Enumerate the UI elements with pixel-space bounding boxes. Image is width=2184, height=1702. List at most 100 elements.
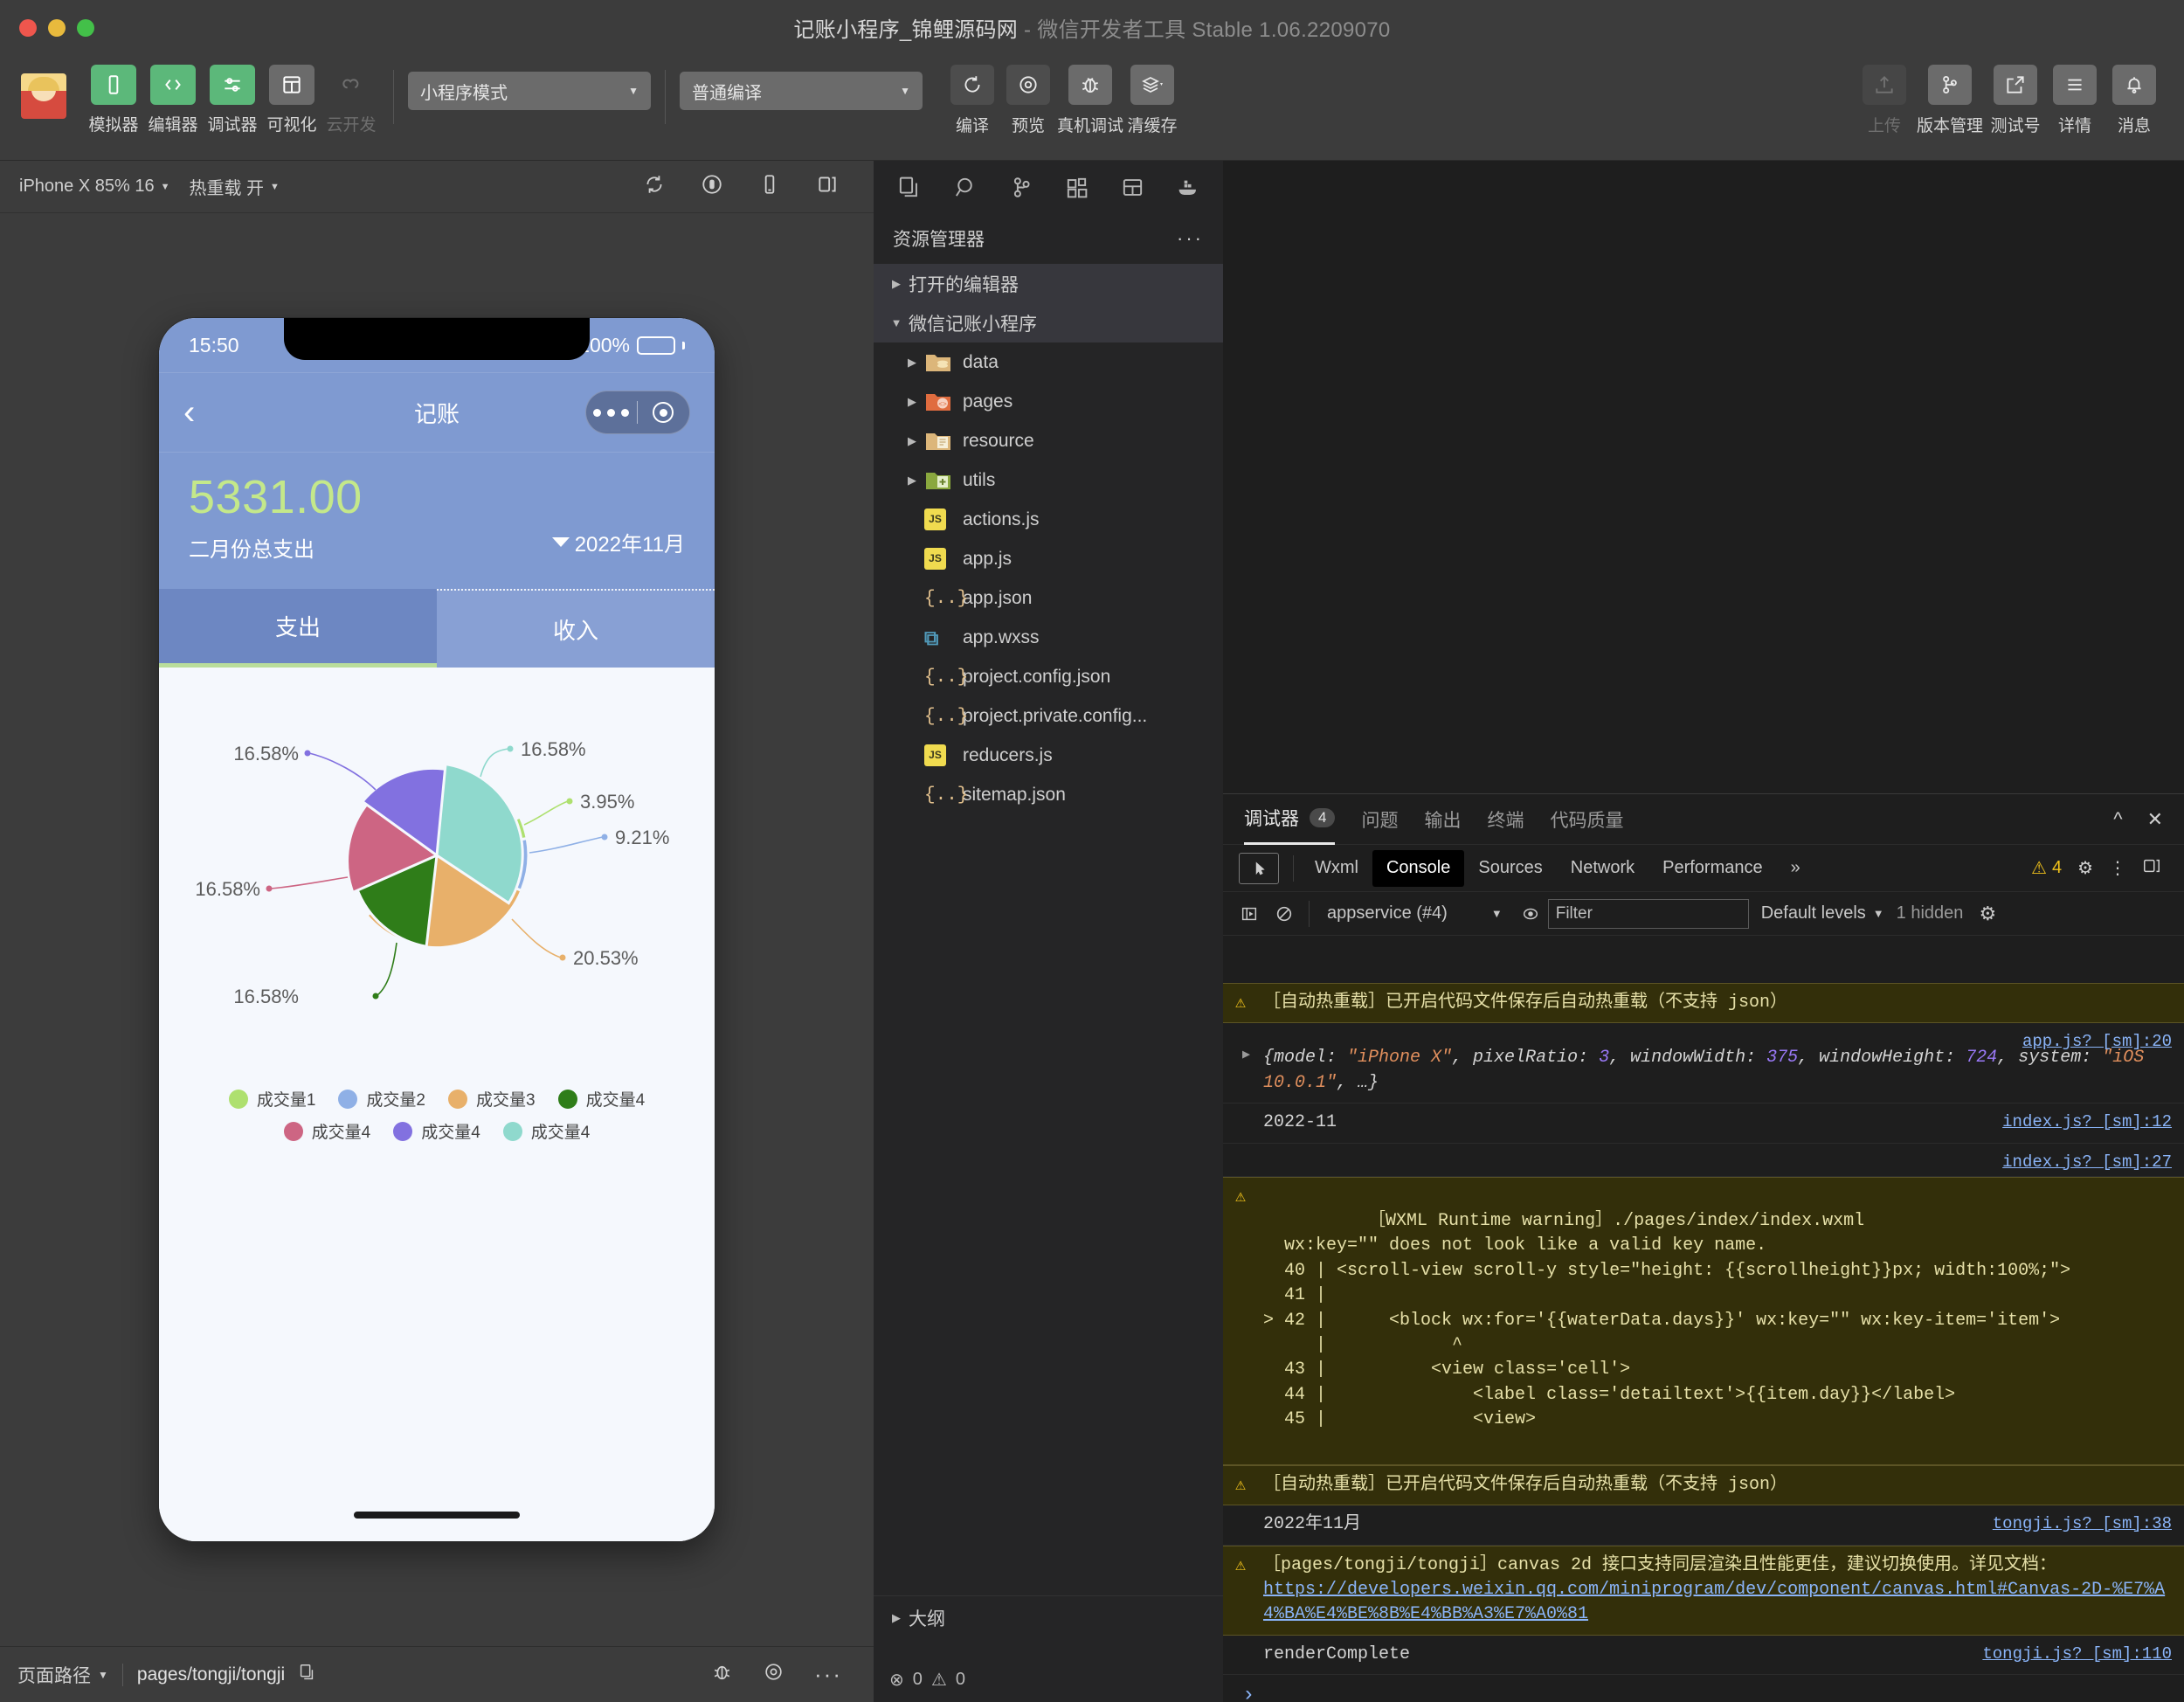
console-doc-link[interactable]: https://developers.weixin.qq.com/minipro…	[1263, 1580, 2165, 1624]
chevron-up-icon[interactable]: ^	[2113, 808, 2122, 831]
tab-code-quality[interactable]: 代码质量	[1550, 794, 1623, 845]
subtab-network[interactable]: Network	[1557, 850, 1648, 887]
tab-expense[interactable]: 支出	[159, 589, 437, 668]
subtab-console[interactable]: Console	[1372, 849, 1465, 887]
subtab-sources[interactable]: Sources	[1464, 850, 1556, 887]
toolbar-button-debugger[interactable]: 调试器	[204, 65, 260, 135]
eye-icon[interactable]	[763, 1661, 784, 1688]
gear-icon[interactable]: ⚙	[2077, 857, 2093, 879]
close-target-icon[interactable]	[638, 402, 690, 423]
filter-input[interactable]: Filter	[1547, 898, 1749, 929]
more-dots-icon[interactable]	[586, 408, 637, 417]
layout-icon[interactable]	[1104, 175, 1160, 200]
toolbar-button-editor[interactable]: 编辑器	[145, 65, 201, 135]
dock-icon[interactable]	[2142, 856, 2161, 881]
toolbar-button-realdevice[interactable]: 真机调试	[1057, 65, 1123, 136]
toolbar-button-simulator[interactable]: 模拟器	[86, 65, 142, 135]
explorer-item-actionsjs[interactable]: JS actions.js	[874, 500, 1223, 539]
extensions-icon[interactable]	[1048, 175, 1104, 200]
toolbar-button-version[interactable]: 版本管理	[1917, 65, 1983, 136]
toolbar-button-upload[interactable]: 上传	[1857, 65, 1911, 136]
tab-debugger[interactable]: 调试器 4	[1244, 794, 1336, 845]
explorer-item-data[interactable]: ▶ data	[874, 342, 1223, 382]
toolbar-button-testaccount[interactable]: 测试号	[1988, 65, 2042, 136]
console-source-link[interactable]: app.js? [sm]:20	[2022, 1030, 2172, 1054]
copy-icon[interactable]	[297, 1663, 316, 1687]
warning-badge[interactable]: ⚠ 4	[2031, 857, 2062, 879]
error-icon[interactable]: ⊗	[889, 1669, 904, 1691]
warning-icon[interactable]: ⚠	[931, 1669, 947, 1691]
subtab-performance[interactable]: Performance	[1648, 850, 1777, 887]
window-controls[interactable]	[19, 19, 94, 37]
toolbar-button-compile[interactable]: 编译	[945, 65, 999, 136]
source-control-icon[interactable]	[992, 175, 1048, 200]
explorer-section-open-editors[interactable]: ▶ 打开的编辑器	[874, 264, 1223, 303]
maximize-button[interactable]	[77, 19, 94, 37]
compile-select[interactable]: 普通编译 ▼	[680, 72, 923, 110]
legend-item[interactable]: 成交量4	[502, 1119, 590, 1143]
legend-item[interactable]: 成交量4	[283, 1119, 370, 1143]
device-icon[interactable]	[758, 173, 781, 201]
clear-icon[interactable]	[1267, 899, 1302, 929]
close-button[interactable]	[19, 19, 37, 37]
legend-item[interactable]: 成交量2	[338, 1087, 425, 1110]
record-icon[interactable]	[701, 173, 723, 201]
explorer-item-projectconfig[interactable]: {..} project.config.json	[874, 657, 1223, 696]
console-source-link[interactable]: index.js? [sm]:12	[2002, 1110, 2172, 1134]
hotreload-select[interactable]: 热重载 开 ▼	[189, 174, 279, 199]
gear-icon[interactable]: ⚙	[1970, 899, 2005, 929]
bug-icon[interactable]	[711, 1661, 733, 1688]
log-levels-select[interactable]: Default levels ▼	[1761, 903, 1884, 924]
toolbar-button-visual[interactable]: 可视化	[264, 65, 320, 135]
explorer-item-resource[interactable]: ▶ resource	[874, 421, 1223, 460]
explorer-item-utils[interactable]: ▶ utils	[874, 460, 1223, 500]
files-icon[interactable]	[881, 175, 936, 200]
more-horizontal-icon[interactable]: ···	[1177, 227, 1204, 250]
explorer-item-sitemapjson[interactable]: {..} sitemap.json	[874, 775, 1223, 814]
inspect-element-icon[interactable]	[1239, 852, 1279, 884]
wechat-capsule[interactable]	[585, 391, 690, 434]
console-prompt[interactable]	[1223, 1675, 2184, 1702]
tab-output[interactable]: 输出	[1424, 794, 1461, 845]
subtab-wxml[interactable]: Wxml	[1301, 850, 1372, 887]
explorer-section-project[interactable]: ▼ 微信记账小程序	[874, 303, 1223, 342]
toolbar-button-message[interactable]: 消息	[2107, 65, 2161, 136]
console-source-link[interactable]: index.js? [sm]:27	[2002, 1151, 2172, 1174]
explorer-item-appjson[interactable]: {..} app.json	[874, 578, 1223, 618]
explorer-outline-section[interactable]: ▶ 大纲	[874, 1595, 1223, 1639]
docker-icon[interactable]	[1160, 175, 1216, 200]
legend-item[interactable]: 成交量4	[557, 1087, 645, 1110]
tab-problems[interactable]: 问题	[1361, 794, 1398, 845]
split-icon[interactable]	[816, 173, 839, 201]
toolbar-button-preview[interactable]: 预览	[1001, 65, 1055, 136]
console-source-link[interactable]: tongji.js? [sm]:110	[1982, 1643, 2172, 1666]
avatar[interactable]	[21, 73, 66, 119]
explorer-item-reducersjs[interactable]: JS reducers.js	[874, 736, 1223, 775]
close-icon[interactable]: ✕	[2147, 808, 2163, 831]
subtab-overflow[interactable]: »	[1777, 850, 1814, 887]
explorer-item-appwxss[interactable]: ⧉ app.wxss	[874, 618, 1223, 657]
minimize-button[interactable]	[48, 19, 66, 37]
explorer-item-projectprivateconfig[interactable]: {..} project.private.config...	[874, 696, 1223, 736]
mode-select[interactable]: 小程序模式 ▼	[408, 72, 651, 110]
expand-arrow-icon[interactable]: ▶	[1242, 1046, 1250, 1064]
more-vertical-icon[interactable]: ⋮	[2109, 857, 2126, 879]
eye-icon[interactable]	[1513, 899, 1548, 929]
month-picker[interactable]: 2022年11月	[551, 527, 685, 557]
legend-item[interactable]: 成交量4	[393, 1119, 480, 1143]
tab-terminal[interactable]: 终端	[1487, 794, 1524, 845]
explorer-item-appjs[interactable]: JS app.js	[874, 539, 1223, 578]
console-context-select[interactable]: appservice (#4) ▼	[1317, 903, 1513, 924]
explorer-item-pages[interactable]: ▶ <> pages	[874, 382, 1223, 421]
legend-item[interactable]: 成交量3	[448, 1087, 536, 1110]
execute-icon[interactable]	[1232, 899, 1267, 929]
console-output[interactable]: ⚠ ［自动热重载］已开启代码文件保存后自动热重载（不支持 json） app.j…	[1223, 983, 2184, 1702]
toolbar-button-clearcache[interactable]: 清缓存	[1125, 65, 1179, 136]
device-select[interactable]: iPhone X 85% 16 ▼	[19, 176, 169, 197]
legend-item[interactable]: 成交量1	[228, 1087, 315, 1110]
page-path-select[interactable]: 页面路径 ▼	[17, 1662, 108, 1688]
tab-income[interactable]: 收入	[437, 589, 715, 668]
toolbar-button-details[interactable]: 详情	[2048, 65, 2102, 136]
console-source-link[interactable]: tongji.js? [sm]:38	[1993, 1512, 2172, 1536]
toolbar-button-cloud[interactable]: 云开发	[323, 65, 379, 135]
